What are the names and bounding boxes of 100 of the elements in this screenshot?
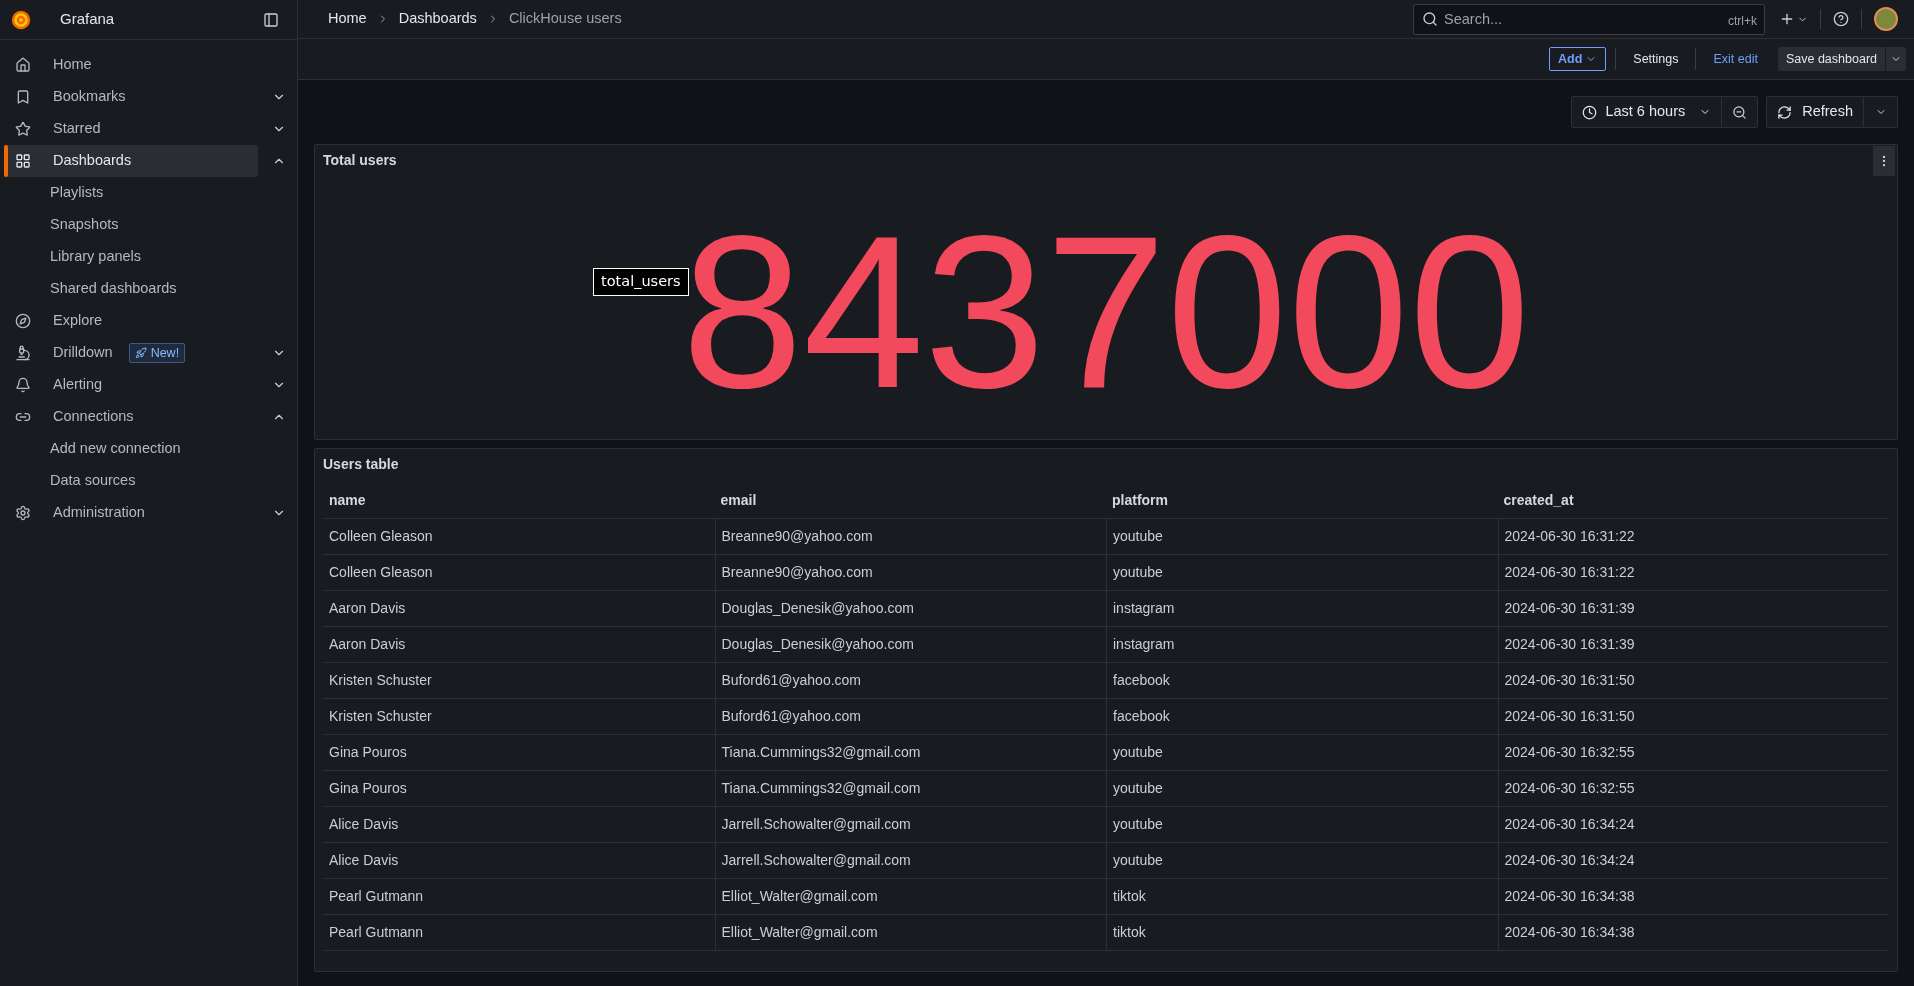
sidebar-item[interactable]: Dashboards: [4, 145, 258, 177]
table-cell-text: Gina Pouros: [328, 743, 408, 762]
sidebar-item[interactable]: Alerting: [4, 369, 258, 401]
table-cell: Breanne90@yahoo.com: [714, 519, 1106, 554]
sidebar-item[interactable]: Drilldown New!: [4, 337, 258, 369]
table-cell: Douglas_Denesik@yahoo.com: [714, 591, 1106, 626]
table-cell: youtube: [1106, 735, 1498, 770]
table-cell: Buford61@yahoo.com: [714, 663, 1106, 698]
table-cell: 2024-06-30 16:34:38: [1497, 879, 1889, 914]
grid-icon: [15, 153, 31, 169]
shortcut-hint: ctrl+k: [1728, 12, 1757, 30]
sidebar-subitem[interactable]: Shared dashboards: [0, 273, 297, 305]
new-badge: New!: [128, 343, 186, 363]
sidebar-item[interactable]: Connections: [4, 401, 258, 433]
active-indicator: [4, 145, 8, 177]
table-cell: 2024-06-30 16:34:24: [1497, 807, 1889, 842]
table-cell: youtube: [1106, 771, 1498, 806]
sidebar-item[interactable]: Home: [4, 49, 258, 81]
home-icon: [15, 57, 31, 73]
table-cell: Douglas_Denesik@yahoo.com: [714, 627, 1106, 662]
refresh-button[interactable]: Refresh: [1766, 96, 1864, 128]
logo-icon: [10, 8, 32, 31]
compass-icon: [15, 313, 31, 329]
column-header[interactable]: platform: [1106, 490, 1498, 511]
table-cell: Jarrell.Schowalter@gmail.com: [714, 843, 1106, 878]
table-cell: 2024-06-30 16:32:55: [1497, 735, 1889, 770]
breadcrumb-link[interactable]: Dashboards: [398, 8, 477, 30]
clock-icon: [1582, 104, 1598, 120]
table-cell: Buford61@yahoo.com: [714, 699, 1106, 734]
refresh-icon: [1777, 104, 1793, 120]
time-range-picker[interactable]: Last 6 hours: [1571, 96, 1723, 128]
new-menu-button[interactable]: [1779, 11, 1808, 27]
sidebar-subitem[interactable]: Library panels: [0, 241, 297, 273]
table-cell: tiktok: [1106, 915, 1498, 950]
tooltip: total_users: [593, 268, 689, 296]
table-cell: Elliot_Walter@gmail.com: [714, 879, 1106, 914]
save-dashboard-button[interactable]: Save dashboard: [1777, 47, 1885, 71]
brand-name: Grafana: [60, 9, 115, 30]
sidebar-subitem[interactable]: Add new connection: [0, 433, 297, 465]
table-cell: instagram: [1106, 591, 1498, 626]
table-cell: 2024-06-30 16:31:39: [1497, 627, 1889, 662]
column-header[interactable]: created_at: [1497, 490, 1889, 511]
rocket-icon: [134, 347, 147, 359]
table-cell: Tiana.Cummings32@gmail.com: [714, 771, 1106, 806]
search-icon: [1422, 10, 1438, 27]
table-cell: 2024-06-30 16:31:22: [1497, 519, 1889, 554]
table-cell-text: Kristen Schuster: [328, 671, 433, 690]
panel-title: Total users: [323, 150, 397, 170]
sidebar-item[interactable]: Bookmarks: [4, 81, 258, 113]
sidebar-item[interactable]: Explore: [4, 305, 258, 337]
dock-icon[interactable]: [263, 11, 279, 28]
table-cell: facebook: [1106, 663, 1498, 698]
settings-button[interactable]: Settings: [1625, 47, 1687, 71]
table-cell-text: Colleen Gleason: [328, 527, 434, 546]
table-cell-text: Kristen Schuster: [328, 707, 433, 726]
sidebar-item[interactable]: Starred: [4, 113, 258, 145]
breadcrumb-link[interactable]: Home: [328, 8, 367, 30]
sidebar-item[interactable]: Administration: [4, 497, 258, 529]
plus-icon: [1779, 11, 1795, 27]
table-cell: youtube: [1106, 519, 1498, 554]
bookmark-icon: [15, 89, 31, 105]
table-cell: 2024-06-30 16:31:50: [1497, 699, 1889, 734]
table-cell: Jarrell.Schowalter@gmail.com: [714, 807, 1106, 842]
table-cell: 2024-06-30 16:31:50: [1497, 663, 1889, 698]
avatar[interactable]: [1874, 7, 1898, 31]
table-cell: Breanne90@yahoo.com: [714, 555, 1106, 590]
sidebar-subitem[interactable]: Data sources: [0, 465, 297, 497]
table-cell-text: Gina Pouros: [328, 779, 408, 798]
table-cell: youtube: [1106, 843, 1498, 878]
column-header[interactable]: name: [323, 490, 715, 511]
table-cell-text: Alice Davis: [328, 815, 400, 834]
settings-icon: [15, 505, 31, 521]
table-cell: 2024-06-30 16:31:22: [1497, 555, 1889, 590]
sidebar-subitem[interactable]: Snapshots: [0, 209, 297, 241]
microscope-icon: [15, 345, 31, 361]
star-icon: [15, 121, 31, 137]
table-cell: instagram: [1106, 627, 1498, 662]
table-cell-text: Pearl Gutmann: [328, 923, 425, 942]
table-cell-text: Aaron Davis: [328, 635, 407, 654]
zoom-out-icon: [1732, 104, 1748, 120]
table-cell: Elliot_Walter@gmail.com: [714, 915, 1106, 950]
table-cell: facebook: [1106, 699, 1498, 734]
table-cell-text: Pearl Gutmann: [328, 887, 425, 906]
add-button[interactable]: Add: [1549, 47, 1607, 71]
breadcrumb-link[interactable]: ClickHouse users: [508, 8, 622, 30]
table-cell: 2024-06-30 16:34:38: [1497, 915, 1889, 950]
zoom-out-button[interactable]: [1722, 96, 1759, 128]
column-header[interactable]: email: [714, 490, 1106, 511]
table-cell: Tiana.Cummings32@gmail.com: [714, 735, 1106, 770]
table-cell: 2024-06-30 16:34:24: [1497, 843, 1889, 878]
table-cell: 2024-06-30 16:32:55: [1497, 771, 1889, 806]
save-options-button[interactable]: [1886, 47, 1906, 71]
table-cell: youtube: [1106, 555, 1498, 590]
sidebar-subitem[interactable]: Playlists: [0, 177, 297, 209]
table-cell: youtube: [1106, 807, 1498, 842]
exit-edit-button[interactable]: Exit edit: [1705, 47, 1766, 71]
table-cell-text: Alice Davis: [328, 851, 400, 870]
help-icon[interactable]: [1833, 11, 1849, 27]
table-cell-text: Colleen Gleason: [328, 563, 434, 582]
panel-title: Users table: [323, 454, 399, 474]
